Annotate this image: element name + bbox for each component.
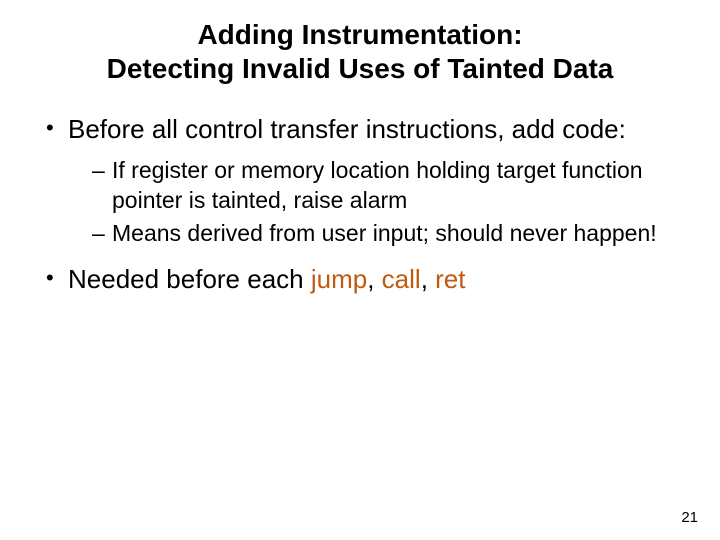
keyword-call: call bbox=[382, 264, 421, 294]
bullet-2: Needed before each jump, call, ret bbox=[46, 263, 692, 296]
bullet-1-text: Before all control transfer instructions… bbox=[68, 114, 626, 144]
slide: Adding Instrumentation: Detecting Invali… bbox=[0, 0, 720, 540]
sub-bullet-1: If register or memory location holding t… bbox=[92, 156, 692, 216]
page-number: 21 bbox=[681, 509, 698, 526]
keyword-ret: ret bbox=[435, 264, 465, 294]
sep-1: , bbox=[367, 264, 381, 294]
sep-2: , bbox=[421, 264, 435, 294]
title-line-2: Detecting Invalid Uses of Tainted Data bbox=[107, 53, 614, 84]
sub-bullet-list: If register or memory location holding t… bbox=[68, 156, 692, 250]
title-line-1: Adding Instrumentation: bbox=[197, 19, 522, 50]
bullet-2-prefix: Needed before each bbox=[68, 264, 311, 294]
sub-bullet-2: Means derived from user input; should ne… bbox=[92, 219, 692, 249]
top-bullet-list: Before all control transfer instructions… bbox=[28, 113, 692, 296]
bullet-1: Before all control transfer instructions… bbox=[46, 113, 692, 249]
keyword-jump: jump bbox=[311, 264, 367, 294]
slide-title: Adding Instrumentation: Detecting Invali… bbox=[28, 18, 692, 85]
